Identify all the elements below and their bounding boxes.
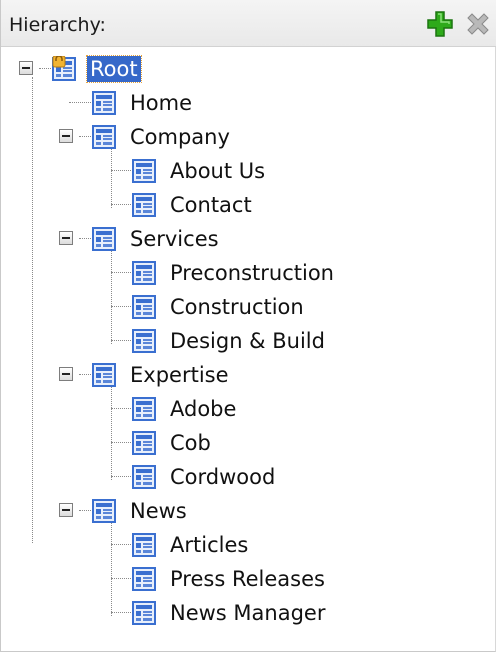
page-icon (91, 362, 117, 388)
page-icon (131, 158, 157, 184)
tree-connector (111, 272, 131, 273)
tree-node-label: Articles (170, 533, 249, 557)
panel-title: Hierarchy: (9, 14, 106, 36)
tree-node-label: About Us (170, 159, 266, 183)
panel-header: Hierarchy: (1, 0, 496, 47)
tree-node-preconstruction[interactable]: Preconstruction (131, 257, 337, 289)
page-icon (131, 600, 157, 626)
tree-connector (39, 68, 51, 69)
tree-node-label: Cob (170, 431, 211, 455)
tree-node-label: Preconstruction (170, 261, 334, 285)
tree-node-label: Home (130, 91, 193, 115)
tree-connector (32, 77, 33, 543)
gray-x-icon (467, 13, 489, 35)
page-icon (91, 226, 117, 252)
tree-node-label: Services (130, 227, 219, 251)
tree-node-contact[interactable]: Contact (131, 189, 255, 221)
page-icon (91, 90, 117, 116)
tree-node-construction[interactable]: Construction (131, 291, 307, 323)
page-icon (131, 396, 157, 422)
tree-node-press-releases[interactable]: Press Releases (131, 563, 328, 595)
tree-node-root[interactable]: Root (51, 53, 142, 85)
hierarchy-panel: Hierarchy: Root Home Company About Us Co… (0, 0, 496, 652)
tree-node-adobe[interactable]: Adobe (131, 393, 239, 425)
tree-node-label: Cordwood (170, 465, 276, 489)
page-icon (91, 498, 117, 524)
tree-connector (111, 578, 131, 579)
tree-connector (69, 102, 91, 103)
tree-node-label: Press Releases (170, 567, 325, 591)
page-icon (131, 192, 157, 218)
collapse-toggle-news[interactable] (59, 503, 73, 517)
tree-connector (79, 374, 91, 375)
tree-node-cordwood[interactable]: Cordwood (131, 461, 278, 493)
page-icon (131, 260, 157, 286)
page-icon (131, 430, 157, 456)
tree-node-label: News (130, 499, 187, 523)
tree-node-label: Construction (170, 295, 304, 319)
tree-node-news-manager[interactable]: News Manager (131, 597, 328, 629)
tree-connector (79, 238, 91, 239)
green-plus-icon (427, 11, 453, 37)
tree-node-label: Contact (170, 193, 252, 217)
tree-node-articles[interactable]: Articles (131, 529, 251, 561)
tree-connector (111, 383, 112, 480)
hierarchy-tree: Root Home Company About Us Contact Servi… (1, 46, 496, 646)
page-icon (131, 328, 157, 354)
tree-node-home[interactable]: Home (91, 87, 195, 119)
tree-connector (111, 476, 131, 477)
add-node-button[interactable] (426, 10, 454, 38)
tree-connector (79, 510, 91, 511)
page-icon (131, 532, 157, 558)
tree-connector (111, 340, 131, 341)
tree-node-label: News Manager (170, 601, 326, 625)
tree-node-label: Expertise (130, 363, 229, 387)
tree-connector (111, 612, 131, 613)
tree-connector (111, 204, 131, 205)
tree-connector (111, 247, 112, 344)
collapse-toggle-services[interactable] (59, 231, 73, 245)
tree-connector (111, 544, 131, 545)
tree-node-cob[interactable]: Cob (131, 427, 214, 459)
tree-node-expertise[interactable]: Expertise (91, 359, 232, 391)
tree-node-services[interactable]: Services (91, 223, 222, 255)
tree-node-label: Company (130, 125, 230, 149)
page-icon (91, 124, 117, 150)
tree-node-label: Design & Build (170, 329, 325, 353)
collapse-toggle-root[interactable] (19, 61, 33, 75)
page-icon (131, 464, 157, 490)
tree-node-news[interactable]: News (91, 495, 190, 527)
tree-connector (111, 306, 131, 307)
locked-page-icon (51, 56, 77, 82)
tree-node-about-us[interactable]: About Us (131, 155, 268, 187)
delete-node-button[interactable] (464, 10, 492, 38)
tree-node-design-build[interactable]: Design & Build (131, 325, 328, 357)
tree-connector (111, 145, 112, 208)
tree-node-label: Root (86, 55, 142, 83)
tree-connector (111, 519, 112, 616)
collapse-toggle-company[interactable] (59, 129, 73, 143)
page-icon (131, 294, 157, 320)
collapse-toggle-expertise[interactable] (59, 367, 73, 381)
tree-connector (111, 408, 131, 409)
tree-node-label: Adobe (170, 397, 237, 421)
tree-connector (111, 170, 131, 171)
tree-connector (111, 442, 131, 443)
tree-node-company[interactable]: Company (91, 121, 233, 153)
page-icon (131, 566, 157, 592)
tree-connector (79, 136, 91, 137)
